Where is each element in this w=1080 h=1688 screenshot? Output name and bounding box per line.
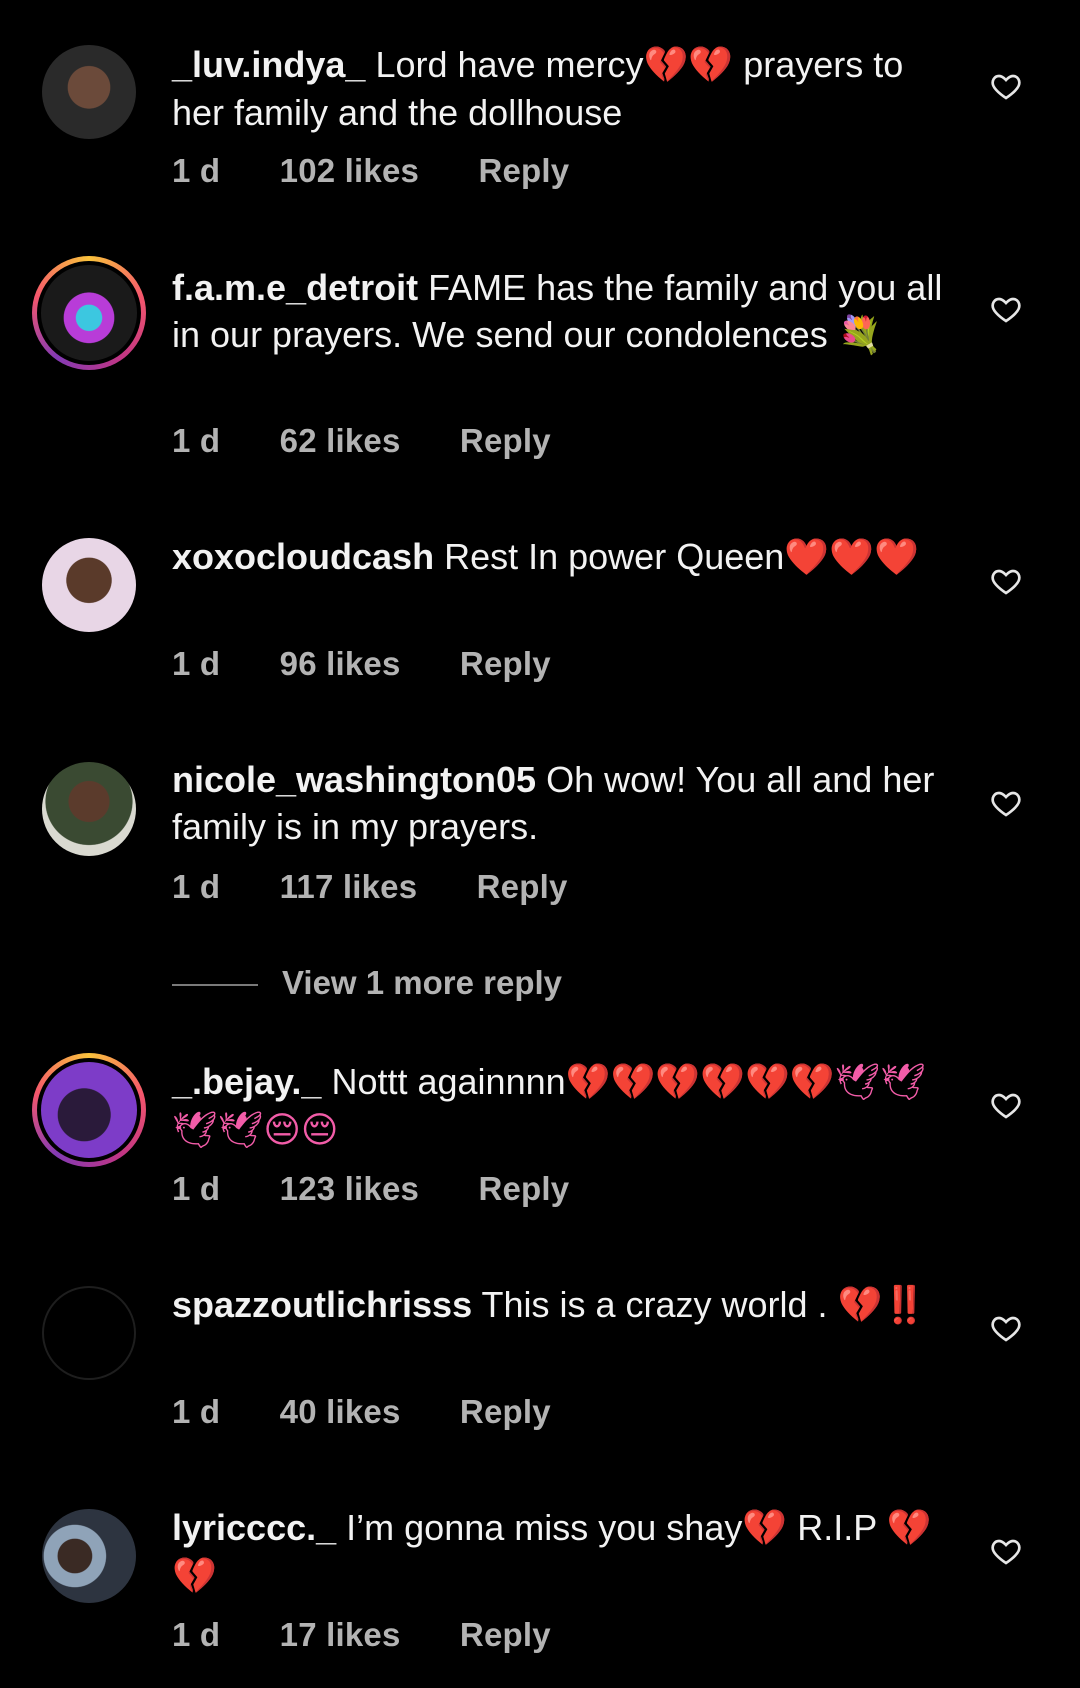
comment-meta: 1 d 17 likes Reply <box>172 1616 601 1654</box>
comment-text: This is a crazy world . <box>481 1284 838 1325</box>
reply-button[interactable]: Reply <box>460 1616 551 1653</box>
like-heart-icon[interactable] <box>990 1089 1022 1121</box>
like-count[interactable]: 40 likes <box>280 1393 401 1430</box>
comment-body: lyricccc._ I’m gonna miss you shay💔 R.I.… <box>172 1504 962 1600</box>
username[interactable]: xoxocloudcash <box>172 536 434 577</box>
timestamp: 1 d <box>172 422 221 459</box>
timestamp: 1 d <box>172 152 221 189</box>
reply-button[interactable]: Reply <box>460 422 551 459</box>
avatar[interactable] <box>42 762 136 856</box>
view-more-replies[interactable]: View 1 more reply <box>172 964 562 1002</box>
avatar[interactable] <box>42 1286 136 1380</box>
view-more-label[interactable]: View 1 more reply <box>282 964 562 1001</box>
comment-body: spazzoutlichrisss This is a crazy world … <box>172 1281 962 1329</box>
comment-text: Nottt againnnn <box>331 1061 566 1102</box>
reply-button[interactable]: Reply <box>477 868 568 905</box>
like-count[interactable]: 102 likes <box>280 152 419 189</box>
like-heart-icon[interactable] <box>990 293 1022 325</box>
username[interactable]: spazzoutlichrisss <box>172 1284 472 1325</box>
timestamp: 1 d <box>172 1393 221 1430</box>
username[interactable]: nicole_washington05 <box>172 759 536 800</box>
comment-text: Lord have mercy <box>375 44 644 85</box>
avatar[interactable] <box>32 256 146 370</box>
comment-body: f.a.m.e_detroit FAME has the family and … <box>172 264 962 359</box>
comment-body: _.bejay._ Nottt againnnn💔💔💔💔💔💔🕊🕊🕊🕊😔😔 <box>172 1058 962 1154</box>
avatar[interactable] <box>42 1509 136 1603</box>
comment-meta: 1 d 96 likes Reply <box>172 645 601 683</box>
comment-body: nicole_washington05 Oh wow! You all and … <box>172 756 962 850</box>
avatar[interactable] <box>32 1053 146 1167</box>
like-heart-icon[interactable] <box>990 1535 1022 1567</box>
username[interactable]: _luv.indya_ <box>172 44 365 85</box>
like-heart-icon[interactable] <box>990 787 1022 819</box>
like-heart-icon[interactable] <box>990 70 1022 102</box>
reply-button[interactable]: Reply <box>460 645 551 682</box>
emoji: ❤️❤️❤️ <box>784 537 919 578</box>
comment-meta: 1 d 40 likes Reply <box>172 1393 601 1431</box>
emoji: 💐 <box>837 315 883 356</box>
emoji: 💔‼️ <box>837 1285 928 1326</box>
comment-text-2: R.I.P <box>787 1507 887 1548</box>
timestamp: 1 d <box>172 1616 221 1653</box>
reply-button[interactable]: Reply <box>478 152 569 189</box>
like-count[interactable]: 123 likes <box>280 1170 419 1207</box>
username[interactable]: lyricccc._ <box>172 1507 336 1548</box>
like-count[interactable]: 17 likes <box>280 1616 401 1653</box>
comment-body: xoxocloudcash Rest In power Queen❤️❤️❤️ <box>172 533 962 581</box>
timestamp: 1 d <box>172 1170 221 1207</box>
like-count[interactable]: 117 likes <box>280 868 418 905</box>
avatar[interactable] <box>42 45 136 139</box>
divider-line <box>172 984 258 987</box>
like-count[interactable]: 62 likes <box>280 422 401 459</box>
like-heart-icon[interactable] <box>990 565 1022 597</box>
username[interactable]: _.bejay._ <box>172 1061 321 1102</box>
emoji: 💔 <box>742 1508 788 1549</box>
timestamp: 1 d <box>172 645 221 682</box>
comment-text: Rest In power Queen <box>444 536 785 577</box>
comment-meta: 1 d 117 likes Reply <box>172 868 618 906</box>
reply-button[interactable]: Reply <box>460 1393 551 1430</box>
like-count[interactable]: 96 likes <box>280 645 401 682</box>
comment-meta: 1 d 102 likes Reply <box>172 152 619 190</box>
reply-button[interactable]: Reply <box>478 1170 569 1207</box>
emoji: 💔💔 <box>643 45 734 86</box>
username[interactable]: f.a.m.e_detroit <box>172 267 418 308</box>
comment-meta: 1 d 123 likes Reply <box>172 1170 619 1208</box>
comment-text: I’m gonna miss you shay <box>346 1507 743 1548</box>
comment-meta: 1 d 62 likes Reply <box>172 422 601 460</box>
comment-body: _luv.indya_ Lord have mercy💔💔 prayers to… <box>172 41 962 136</box>
timestamp: 1 d <box>172 868 221 905</box>
like-heart-icon[interactable] <box>990 1312 1022 1344</box>
avatar[interactable] <box>42 538 136 632</box>
